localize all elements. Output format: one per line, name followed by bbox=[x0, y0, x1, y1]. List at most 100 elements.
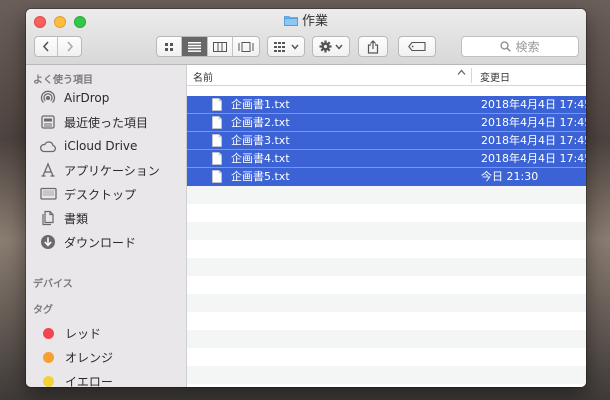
window-title: 作業 bbox=[26, 13, 586, 31]
sidebar-item-desktop[interactable]: デスクトップ bbox=[26, 183, 186, 205]
chevron-left-icon bbox=[42, 41, 49, 52]
file-list: 名前 変更日 企画書1.txt 2018年4月4日 17:45 企画書2.txt… bbox=[187, 65, 586, 387]
file-date-modified: 今日 21:30 bbox=[481, 170, 539, 183]
empty-row bbox=[187, 276, 586, 294]
sidebar-item-label: 書類 bbox=[64, 211, 89, 226]
text-file-icon bbox=[212, 152, 222, 165]
sidebar-item-label: ダウンロード bbox=[64, 235, 137, 250]
sidebar-item-tag-red[interactable]: レッド bbox=[26, 322, 186, 344]
empty-row bbox=[187, 186, 586, 204]
sidebar-item-label: イエロー bbox=[65, 374, 113, 388]
column-header-date-modified[interactable]: 変更日 bbox=[480, 69, 510, 84]
tag-color-dot bbox=[43, 327, 54, 339]
sidebar-item-label: アプリケーション bbox=[64, 163, 160, 178]
devices-header: デバイス bbox=[33, 279, 73, 290]
file-date-modified: 2018年4月4日 17:45 bbox=[481, 116, 586, 129]
tag-color-dot bbox=[43, 375, 54, 387]
column-header-name[interactable]: 名前 bbox=[193, 69, 213, 84]
chevron-down-icon bbox=[335, 44, 343, 50]
list-view-icon bbox=[188, 41, 201, 52]
empty-row bbox=[187, 330, 586, 348]
file-row[interactable]: 企画書4.txt 2018年4月4日 17:45 bbox=[187, 150, 586, 168]
back-button[interactable] bbox=[35, 37, 58, 56]
sidebar-item-downloads[interactable]: ダウンロード bbox=[26, 231, 186, 253]
sidebar-item-label: iCloud Drive bbox=[64, 139, 138, 153]
chevron-down-icon bbox=[290, 44, 299, 50]
forward-button[interactable] bbox=[58, 37, 81, 56]
empty-row bbox=[187, 222, 586, 240]
file-row[interactable]: 企画書1.txt 2018年4月4日 17:45 bbox=[187, 96, 586, 114]
back-forward-control bbox=[34, 36, 82, 57]
empty-row bbox=[187, 348, 586, 366]
sidebar-item-label: デスクトップ bbox=[64, 187, 137, 202]
sidebar-item-tag-yellow[interactable]: イエロー bbox=[26, 370, 186, 387]
sidebar-item-applications[interactable]: アプリケーション bbox=[26, 159, 186, 181]
list-header: 名前 変更日 bbox=[187, 65, 586, 86]
text-file-icon bbox=[212, 134, 222, 147]
search-icon bbox=[500, 41, 512, 52]
applications-icon bbox=[38, 161, 58, 179]
sidebar-item-documents[interactable]: 書類 bbox=[26, 207, 186, 229]
action-button[interactable] bbox=[312, 36, 350, 57]
empty-row bbox=[187, 258, 586, 276]
favorites-header: よく使う項目 bbox=[33, 75, 93, 86]
text-file-icon bbox=[212, 116, 222, 129]
window-title-text: 作業 bbox=[301, 14, 328, 29]
chevron-right-icon bbox=[66, 41, 73, 52]
file-name: 企画書5.txt bbox=[231, 170, 290, 183]
share-button[interactable] bbox=[358, 36, 388, 57]
empty-row bbox=[187, 240, 586, 258]
file-row[interactable]: 企画書2.txt 2018年4月4日 17:45 bbox=[187, 114, 586, 132]
documents-icon bbox=[38, 209, 58, 227]
sidebar-item-label: AirDrop bbox=[64, 91, 110, 105]
downloads-icon bbox=[38, 233, 58, 251]
title-bar: 作業 検索 bbox=[26, 9, 586, 65]
file-date-modified: 2018年4月4日 17:45 bbox=[481, 134, 586, 147]
airdrop-icon bbox=[38, 89, 58, 107]
sidebar-item-label: レッド bbox=[65, 326, 102, 341]
cloud-icon bbox=[38, 137, 58, 155]
file-date-modified: 2018年4月4日 17:45 bbox=[481, 98, 586, 111]
list-view-button[interactable] bbox=[182, 37, 208, 56]
icon-view-button[interactable] bbox=[157, 37, 182, 56]
recents-icon bbox=[38, 113, 58, 131]
arrange-button[interactable] bbox=[267, 36, 305, 57]
gallery-view-button[interactable] bbox=[233, 37, 259, 56]
column-divider[interactable] bbox=[471, 68, 472, 83]
sort-ascending-icon bbox=[457, 68, 466, 80]
file-name: 企画書2.txt bbox=[231, 116, 290, 129]
file-date-modified: 2018年4月4日 17:45 bbox=[481, 152, 586, 165]
text-file-icon bbox=[212, 98, 222, 111]
view-mode-control bbox=[156, 36, 260, 57]
column-view-button[interactable] bbox=[208, 37, 233, 56]
gear-icon bbox=[319, 40, 332, 53]
sidebar-item-icloud-drive[interactable]: iCloud Drive bbox=[26, 135, 186, 157]
gallery-view-icon bbox=[238, 41, 254, 52]
empty-row bbox=[187, 366, 586, 384]
sidebar-item-tag-orange[interactable]: オレンジ bbox=[26, 346, 186, 368]
file-row[interactable]: 企画書5.txt 今日 21:30 bbox=[187, 168, 586, 186]
sidebar-item-airdrop[interactable]: AirDrop bbox=[26, 87, 186, 109]
file-name: 企画書1.txt bbox=[231, 98, 290, 111]
file-name: 企画書4.txt bbox=[231, 152, 290, 165]
tag-color-dot bbox=[43, 351, 54, 363]
sidebar-item-recents[interactable]: 最近使った項目 bbox=[26, 111, 186, 133]
empty-row bbox=[187, 384, 586, 387]
search-placeholder: 検索 bbox=[515, 40, 540, 54]
folder-icon bbox=[284, 16, 298, 26]
arrange-grid-icon bbox=[273, 41, 285, 52]
empty-row bbox=[187, 312, 586, 330]
file-name: 企画書3.txt bbox=[231, 134, 290, 147]
tag-icon bbox=[408, 42, 426, 51]
icon-grid-icon bbox=[165, 42, 173, 51]
file-row[interactable]: 企画書3.txt 2018年4月4日 17:45 bbox=[187, 132, 586, 150]
empty-row bbox=[187, 294, 586, 312]
share-icon bbox=[367, 39, 379, 54]
text-file-icon bbox=[212, 170, 222, 183]
desktop-icon bbox=[38, 185, 58, 203]
search-field[interactable]: 検索 bbox=[461, 36, 579, 57]
tags-header: タグ bbox=[33, 305, 53, 316]
column-view-icon bbox=[213, 41, 227, 52]
sidebar-item-label: 最近使った項目 bbox=[64, 115, 149, 130]
edit-tags-button[interactable] bbox=[398, 36, 436, 57]
